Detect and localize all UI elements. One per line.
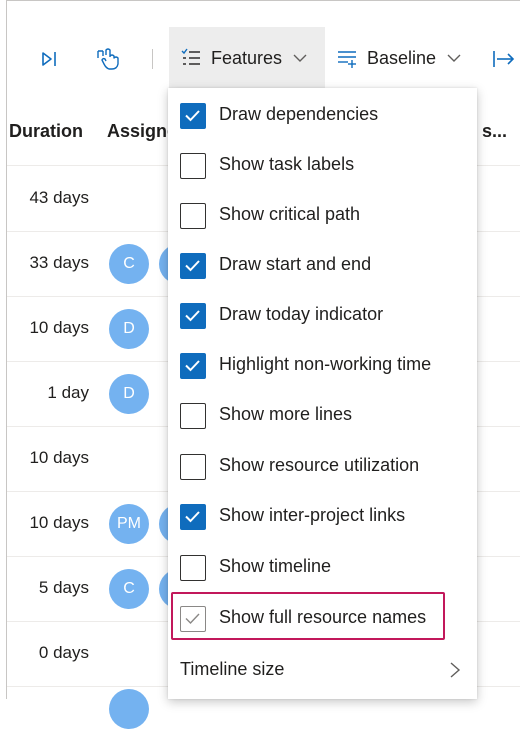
avatar[interactable]: C: [109, 244, 149, 284]
avatar[interactable]: D: [109, 374, 149, 414]
baseline-icon: [338, 51, 356, 68]
chevron-down-icon: [293, 54, 307, 62]
duration-cell: 5 days: [38, 578, 89, 597]
menu-item-highlight-non-working-time[interactable]: Highlight non-working time: [168, 341, 477, 391]
column-header-assigned[interactable]: Assigne: [107, 121, 177, 142]
features-list-icon: [181, 48, 200, 65]
duration-cell: 10 days: [29, 318, 89, 337]
features-button[interactable]: Features: [169, 27, 325, 89]
menu-item-label: Timeline size: [180, 659, 285, 679]
duration-cell: 10 days: [29, 513, 89, 532]
baseline-label: Baseline: [367, 47, 437, 68]
checkbox-checked[interactable]: [180, 253, 206, 279]
duration-cell: 0 days: [38, 643, 89, 662]
chevron-down-icon: [447, 54, 461, 62]
checkbox-checked-light[interactable]: [180, 606, 206, 632]
checkbox-unchecked[interactable]: [180, 203, 206, 229]
menu-item-show-critical-path[interactable]: Show critical path: [168, 191, 477, 241]
checkbox-checked[interactable]: [180, 353, 206, 379]
menu-item-label: Show task labels: [219, 154, 355, 174]
menu-item-label: Show resource utilization: [219, 455, 420, 475]
toolbar: Features Baseline: [7, 27, 520, 89]
checkbox-unchecked[interactable]: [180, 454, 206, 480]
menu-item-show-timeline[interactable]: Show timeline: [168, 543, 477, 593]
checkbox-unchecked[interactable]: [180, 555, 206, 581]
baseline-button[interactable]: Baseline: [329, 27, 479, 89]
avatar[interactable]: [109, 689, 149, 729]
scroll-to-task-icon[interactable]: [37, 47, 61, 71]
menu-item-draw-dependencies[interactable]: Draw dependencies: [168, 91, 477, 141]
checkbox-unchecked[interactable]: [180, 403, 206, 429]
toolbar-separator: [152, 49, 153, 69]
menu-item-label: Show more lines: [219, 404, 353, 424]
menu-item-label: Draw today indicator: [219, 304, 384, 324]
arrow-right-to-line-icon[interactable]: [491, 47, 515, 71]
features-label: Features: [211, 47, 283, 68]
menu-item-draw-start-and-end[interactable]: Draw start and end: [168, 241, 477, 291]
duration-cell: 43 days: [29, 188, 89, 207]
menu-item-label: Draw start and end: [219, 254, 372, 274]
duration-cell: 10 days: [29, 448, 89, 467]
checkbox-checked[interactable]: [180, 504, 206, 530]
menu-item-show-inter-project-links[interactable]: Show inter-project links: [168, 492, 477, 542]
pointer-hand-icon[interactable]: [95, 47, 119, 71]
checkbox-checked[interactable]: [180, 103, 206, 129]
checkbox-checked[interactable]: [180, 303, 206, 329]
menu-item-show-task-labels[interactable]: Show task labels: [168, 141, 477, 191]
menu-item-show-more-lines[interactable]: Show more lines: [168, 391, 477, 441]
chevron-right-icon: [449, 661, 461, 684]
menu-item-label: Show critical path: [219, 204, 361, 224]
menu-item-label: Show timeline: [219, 556, 332, 576]
avatar[interactable]: D: [109, 309, 149, 349]
duration-cell: 33 days: [29, 253, 89, 272]
menu-item-label: Draw dependencies: [219, 104, 379, 124]
menu-item-label: Highlight non-working time: [219, 354, 432, 374]
menu-item-timeline-size[interactable]: Timeline size: [168, 645, 477, 695]
features-menu: Draw dependencies Show task labels Show …: [168, 88, 477, 699]
checkbox-unchecked[interactable]: [180, 153, 206, 179]
menu-item-label: Show full resource names: [219, 607, 427, 627]
duration-cell: 1 day: [47, 383, 89, 402]
avatar[interactable]: C: [109, 569, 149, 609]
avatar[interactable]: PM: [109, 504, 149, 544]
menu-item-label: Show inter-project links: [219, 505, 406, 525]
menu-item-draw-today-indicator[interactable]: Draw today indicator: [168, 291, 477, 341]
column-header-duration[interactable]: Duration: [9, 121, 83, 142]
menu-item-show-resource-utilization[interactable]: Show resource utilization: [168, 442, 477, 492]
menu-item-show-full-resource-names[interactable]: Show full resource names: [168, 592, 477, 644]
